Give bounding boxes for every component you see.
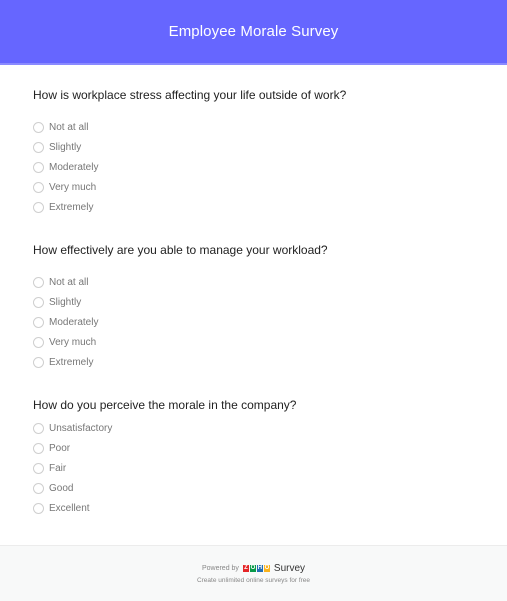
brand-name: Survey xyxy=(273,563,306,574)
options-list: Not at all Slightly Moderately Very much… xyxy=(33,117,346,217)
option-extremely[interactable]: Extremely xyxy=(33,197,346,217)
option-unsatisfactory[interactable]: Unsatisfactory xyxy=(33,418,296,438)
option-slightly[interactable]: Slightly xyxy=(33,137,346,157)
option-label: Slightly xyxy=(49,141,82,153)
radio-button[interactable] xyxy=(33,181,44,193)
radio-button[interactable] xyxy=(33,316,44,328)
option-label: Not at all xyxy=(49,276,89,288)
option-moderately[interactable]: Moderately xyxy=(33,157,346,177)
tagline[interactable]: Create unlimited online surveys for free xyxy=(0,577,507,584)
option-very-much[interactable]: Very much xyxy=(33,332,328,352)
radio-button[interactable] xyxy=(33,161,44,173)
radio-button[interactable] xyxy=(33,296,44,308)
option-not-at-all[interactable]: Not at all xyxy=(33,272,328,292)
option-label: Moderately xyxy=(49,161,99,173)
option-label: Very much xyxy=(49,336,97,348)
option-fair[interactable]: Fair xyxy=(33,458,296,478)
radio-button[interactable] xyxy=(33,422,44,434)
radio-button[interactable] xyxy=(33,502,44,514)
option-label: Moderately xyxy=(49,316,99,328)
option-label: Poor xyxy=(49,442,71,454)
options-list: Not at all Slightly Moderately Very much… xyxy=(33,272,328,372)
option-label: Extremely xyxy=(49,201,94,213)
powered-by-text: Powered by xyxy=(201,565,239,572)
logo-letter: O xyxy=(249,565,256,572)
radio-button[interactable] xyxy=(33,141,44,153)
radio-button[interactable] xyxy=(33,201,44,213)
question-2: How effectively are you able to manage y… xyxy=(33,242,328,372)
survey-title: Employee Morale Survey xyxy=(168,23,339,40)
option-label: Extremely xyxy=(49,356,94,368)
options-list: Unsatisfactory Poor Fair Good Excellent xyxy=(33,418,296,518)
survey-header: Employee Morale Survey xyxy=(0,0,507,65)
option-label: Good xyxy=(49,482,74,494)
radio-button[interactable] xyxy=(33,442,44,454)
option-extremely[interactable]: Extremely xyxy=(33,352,328,372)
question-3: How do you perceive the morale in the co… xyxy=(33,397,296,518)
option-very-much[interactable]: Very much xyxy=(33,177,346,197)
option-excellent[interactable]: Excellent xyxy=(33,498,296,518)
option-label: Unsatisfactory xyxy=(49,422,113,434)
radio-button[interactable] xyxy=(33,482,44,494)
zoho-logo-icon: Z O H O xyxy=(242,565,271,572)
option-label: Very much xyxy=(49,181,97,193)
option-poor[interactable]: Poor xyxy=(33,438,296,458)
logo-letter: O xyxy=(263,565,270,572)
option-slightly[interactable]: Slightly xyxy=(33,292,328,312)
question-title: How effectively are you able to manage y… xyxy=(33,243,328,257)
option-label: Fair xyxy=(49,462,67,474)
powered-by-link[interactable]: Powered by Z O H O Survey xyxy=(0,563,507,574)
radio-button[interactable] xyxy=(33,121,44,133)
option-not-at-all[interactable]: Not at all xyxy=(33,117,346,137)
radio-button[interactable] xyxy=(33,462,44,474)
option-good[interactable]: Good xyxy=(33,478,296,498)
radio-button[interactable] xyxy=(33,276,44,288)
logo-letter: Z xyxy=(242,565,249,572)
question-title: How is workplace stress affecting your l… xyxy=(33,88,347,102)
option-label: Excellent xyxy=(49,502,90,514)
radio-button[interactable] xyxy=(33,356,44,368)
logo-letter: H xyxy=(256,565,263,572)
option-label: Not at all xyxy=(49,121,89,133)
option-label: Slightly xyxy=(49,296,82,308)
footer: Powered by Z O H O Survey Create unlimit… xyxy=(0,545,507,601)
question-1: How is workplace stress affecting your l… xyxy=(33,87,346,217)
question-title: How do you perceive the morale in the co… xyxy=(33,398,297,412)
radio-button[interactable] xyxy=(33,336,44,348)
option-moderately[interactable]: Moderately xyxy=(33,312,328,332)
